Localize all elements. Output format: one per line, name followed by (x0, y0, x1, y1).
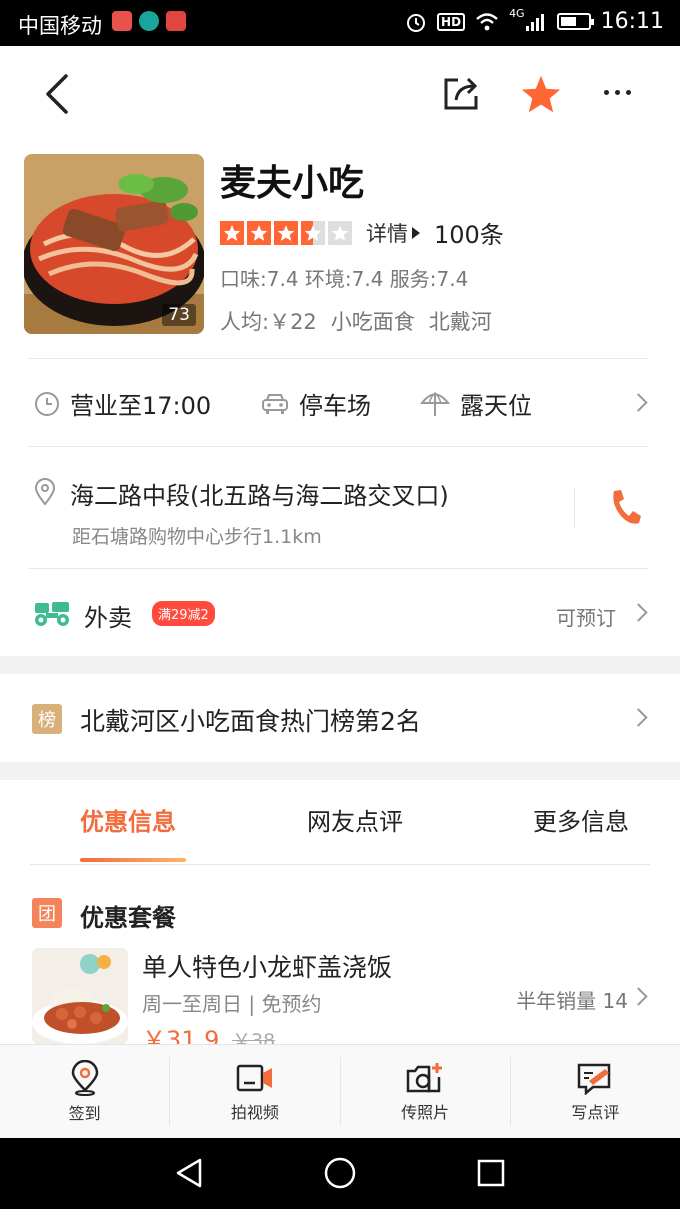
ranking-text[interactable]: 北戴河区小吃面食热门榜第2名 (80, 702, 421, 738)
divider (28, 568, 648, 569)
book-app-icon (112, 11, 132, 31)
compass-app-icon (139, 11, 159, 31)
deal-image[interactable] (32, 948, 128, 1044)
category: 小吃面食 (330, 310, 415, 334)
outdoor-label: 露天位 (460, 392, 532, 420)
divider-vertical (574, 488, 575, 528)
nav-home-icon[interactable] (323, 1156, 357, 1190)
news-app-icon (166, 11, 186, 31)
rating-row: 详情 100条 (220, 215, 504, 250)
clock: 16:11 (600, 9, 664, 34)
section-gap (0, 656, 680, 674)
section-gap (0, 762, 680, 780)
wifi-icon (476, 12, 498, 30)
battery-icon (556, 13, 594, 30)
alarm-icon (407, 13, 426, 32)
status-bar: 中国移动 HD 4G 16:11 (0, 0, 680, 46)
rating-star-icon (328, 220, 352, 245)
location-pin-icon (34, 478, 56, 506)
clock-icon (35, 391, 59, 416)
nav-recents-icon[interactable] (476, 1156, 506, 1190)
rating-star-icon (247, 220, 271, 245)
district: 北戴河 (428, 310, 492, 334)
crayfish-rice-image (32, 948, 128, 1044)
video-camera-icon (236, 1064, 272, 1091)
upload-photo-label: 传照片 (401, 1102, 450, 1122)
chevron-right-icon[interactable] (629, 708, 648, 727)
rating-star-icon (220, 220, 244, 245)
status-right: HD 4G 16:11 (405, 7, 664, 34)
divider (28, 358, 648, 359)
signal-icon (525, 13, 544, 31)
tab-deals[interactable]: 优惠信息 (80, 802, 176, 837)
umbrella-icon (420, 391, 450, 416)
record-video-button[interactable]: 拍视频 (170, 1057, 341, 1126)
shop-meta: 人均:￥22 小吃面食 北戴河 (220, 306, 492, 336)
write-review-icon (578, 1063, 611, 1095)
address-text[interactable]: 海二路中段(北五路与海二路交叉口) (70, 476, 449, 511)
delivery-label[interactable]: 外卖 (84, 598, 132, 633)
phone-icon[interactable] (608, 488, 642, 526)
write-review-label: 写点评 (571, 1102, 620, 1122)
write-review-button[interactable]: 写点评 (511, 1057, 680, 1126)
star-icon[interactable] (520, 74, 562, 114)
outdoor-seating-feature: 露天位 (420, 386, 532, 421)
deal-name[interactable]: 单人特色小龙虾盖浇饭 (142, 948, 392, 984)
star-rating (220, 220, 352, 245)
tab-more-info[interactable]: 更多信息 (533, 802, 629, 837)
chevron-left-icon[interactable] (40, 72, 74, 116)
rating-star-icon (301, 220, 325, 245)
promo-badge: 满29减2 (152, 601, 215, 626)
ranking-icon: 榜 (32, 704, 62, 734)
bottom-action-bar: 签到 拍视频 传照片 写点评 (0, 1044, 680, 1138)
tab-reviews[interactable]: 网友点评 (307, 802, 403, 837)
parking-label: 停车场 (299, 392, 371, 420)
business-hours[interactable]: 营业至17:00 (34, 386, 211, 421)
car-icon (262, 393, 288, 414)
hd-badge: HD (437, 12, 466, 31)
divider (28, 446, 648, 447)
deal-subtitle: 周一至周日 | 免预约 (142, 992, 322, 1016)
photo-camera-plus-icon (406, 1062, 443, 1092)
avg-price: 人均:￥22 (220, 310, 317, 334)
triangle-right-icon (412, 226, 420, 239)
upload-photo-button[interactable]: 传照片 (341, 1057, 511, 1126)
rating-detail-link[interactable]: 详情 (366, 218, 420, 248)
reserve-link[interactable]: 可预订 (556, 602, 616, 631)
network-type: 4G (509, 7, 525, 20)
chevron-right-icon[interactable] (629, 603, 648, 622)
notification-icons (112, 11, 186, 31)
delivery-scooter-icon (35, 602, 69, 626)
record-video-label: 拍视频 (230, 1102, 279, 1122)
shop-photo[interactable]: 73 (24, 154, 204, 334)
more-icon[interactable] (604, 90, 631, 95)
parking-feature: 停车场 (261, 386, 371, 421)
rating-star-icon (274, 220, 298, 245)
hours-label: 营业至17:00 (70, 392, 212, 420)
divider (30, 864, 650, 865)
active-tab-indicator (80, 858, 186, 862)
chevron-right-icon[interactable] (629, 393, 648, 412)
deals-title: 优惠套餐 (80, 904, 176, 932)
shop-name: 麦夫小吃 (220, 163, 365, 204)
address-distance: 距石塘路购物中心步行1.1km (72, 526, 322, 548)
share-icon[interactable] (442, 74, 480, 112)
location-pin-icon (71, 1059, 98, 1096)
score-breakdown: 口味:7.4 环境:7.4 服务:7.4 (220, 267, 469, 291)
detail-label: 详情 (366, 221, 408, 246)
deal-sales: 半年销量 14 (516, 989, 628, 1013)
review-count[interactable]: 100条 (434, 215, 504, 250)
chevron-right-icon[interactable] (629, 987, 648, 1006)
group-deal-icon: 团 (32, 898, 62, 928)
check-in-button[interactable]: 签到 (0, 1057, 171, 1126)
photo-count: 73 (162, 304, 196, 326)
top-nav (0, 46, 680, 140)
system-nav-bar (0, 1138, 680, 1209)
nav-back-icon[interactable] (172, 1156, 206, 1190)
check-in-label: 签到 (68, 1103, 101, 1123)
carrier-label: 中国移动 (18, 14, 102, 38)
